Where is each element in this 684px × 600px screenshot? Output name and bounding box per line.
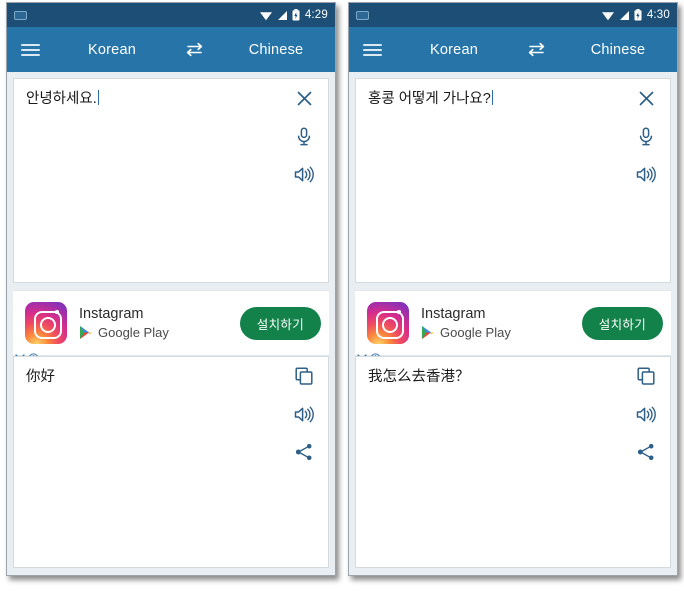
screenshot-root: 4:29 Korean Chinese 안녕하세요. Instagram Goo… <box>0 0 684 600</box>
instagram-dot <box>55 310 59 314</box>
copy-icon[interactable] <box>632 364 660 388</box>
ad-store-name: Google Play <box>98 325 169 341</box>
screen-content: 홍콩 어떻게 가나요? Instagram Google Play 설치하기 我… <box>349 72 677 575</box>
output-actions <box>628 364 664 464</box>
output-actions <box>286 364 322 464</box>
source-actions <box>286 86 322 186</box>
status-indicators: 4:29 <box>259 9 328 21</box>
ad-store-name: Google Play <box>440 325 511 341</box>
install-button[interactable]: 설치하기 <box>581 306 663 340</box>
close-icon[interactable] <box>290 86 318 110</box>
translated-text: 我怎么去香港？ <box>368 369 470 385</box>
source-language-selector[interactable]: Korean <box>395 42 513 58</box>
text-caret <box>491 90 493 105</box>
status-indicators: 4:30 <box>601 9 670 21</box>
ad-text: Instagram Google Play <box>409 306 582 341</box>
ad-text: Instagram Google Play <box>67 306 240 341</box>
hamburger-menu-icon[interactable] <box>7 27 53 72</box>
wifi-icon <box>601 10 615 21</box>
google-play-icon <box>79 325 93 340</box>
screenshot-icon <box>14 10 27 20</box>
instagram-icon <box>367 302 409 344</box>
close-icon[interactable] <box>632 86 660 110</box>
google-play-icon <box>421 325 435 340</box>
battery-icon <box>634 9 642 21</box>
source-actions <box>628 86 664 186</box>
hamburger-menu-icon[interactable] <box>349 27 395 72</box>
ad-app-name: Instagram <box>421 305 486 322</box>
battery-icon <box>292 9 300 21</box>
status-notifications <box>356 10 369 20</box>
screen-content: 안녕하세요. Instagram Google Play 설치하기 你好 <box>7 72 335 575</box>
source-text-input[interactable]: 안녕하세요. <box>26 90 282 110</box>
ad-banner[interactable]: Instagram Google Play 설치하기 <box>13 290 329 364</box>
status-clock: 4:29 <box>304 9 328 21</box>
text-caret <box>97 90 99 105</box>
microphone-icon[interactable] <box>290 124 318 148</box>
speaker-icon[interactable] <box>632 162 660 186</box>
install-button[interactable]: 설치하기 <box>239 306 321 340</box>
app-bar: Korean Chinese <box>7 27 335 72</box>
source-text-card[interactable]: 홍콩 어떻게 가나요? <box>355 78 671 283</box>
status-notifications <box>14 10 27 20</box>
ad-banner[interactable]: Instagram Google Play 설치하기 <box>355 290 671 364</box>
speaker-icon[interactable] <box>290 402 318 426</box>
wifi-icon <box>259 10 273 21</box>
target-language-selector[interactable]: Chinese <box>217 42 335 58</box>
swap-languages-icon[interactable] <box>171 27 217 72</box>
ad-app-name: Instagram <box>79 305 144 322</box>
signal-icon <box>277 10 288 21</box>
status-bar: 4:30 <box>349 3 677 27</box>
share-icon[interactable] <box>290 440 318 464</box>
ad-store-row: Google Play <box>421 325 582 340</box>
app-bar: Korean Chinese <box>349 27 677 72</box>
ad-store-row: Google Play <box>79 325 240 340</box>
speaker-icon[interactable] <box>632 402 660 426</box>
source-text-input[interactable]: 홍콩 어떻게 가나요? <box>368 90 624 110</box>
translation-output-card[interactable]: 你好 <box>13 356 329 568</box>
speaker-icon[interactable] <box>290 162 318 186</box>
status-clock: 4:30 <box>646 9 670 21</box>
copy-icon[interactable] <box>290 364 318 388</box>
source-language-selector[interactable]: Korean <box>53 42 171 58</box>
share-icon[interactable] <box>632 440 660 464</box>
translation-output-card[interactable]: 我怎么去香港？ <box>355 356 671 568</box>
phone-screenshot-right: 4:30 Korean Chinese 홍콩 어떻게 가나요? Instagra… <box>348 2 678 576</box>
phone-screenshot-left: 4:29 Korean Chinese 안녕하세요. Instagram Goo… <box>6 2 336 576</box>
microphone-icon[interactable] <box>632 124 660 148</box>
instagram-dot <box>397 310 401 314</box>
screenshot-icon <box>356 10 369 20</box>
translated-text: 你好 <box>26 369 55 385</box>
status-bar: 4:29 <box>7 3 335 27</box>
source-text-card[interactable]: 안녕하세요. <box>13 78 329 283</box>
swap-languages-icon[interactable] <box>513 27 559 72</box>
instagram-icon <box>25 302 67 344</box>
target-language-selector[interactable]: Chinese <box>559 42 677 58</box>
signal-icon <box>619 10 630 21</box>
